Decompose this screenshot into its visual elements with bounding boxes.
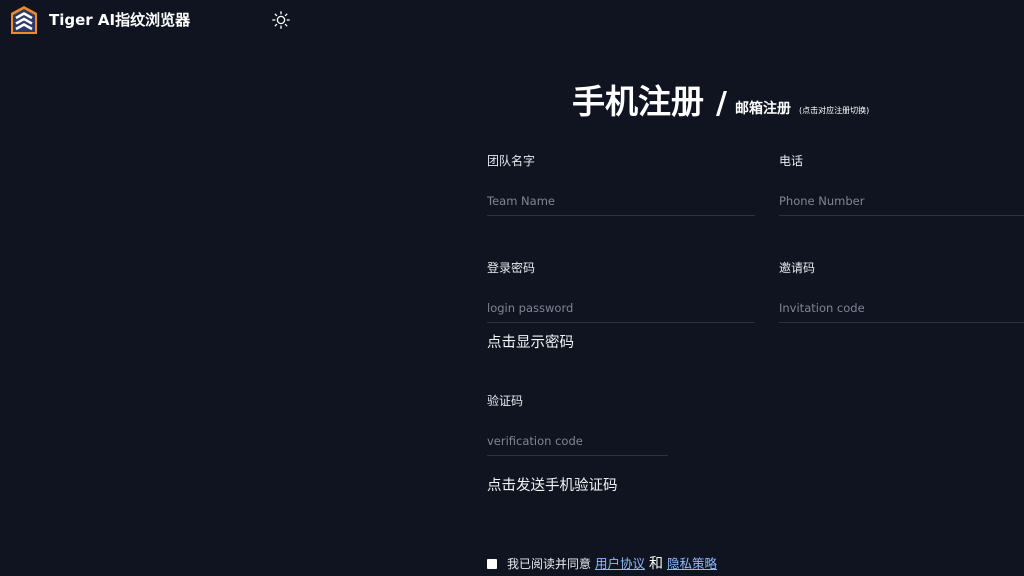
verification-code-input[interactable] <box>487 427 668 456</box>
password-label: 登录密码 <box>487 261 536 275</box>
agreement-prefix: 我已阅读并同意 <box>507 557 592 571</box>
verification-code-label: 验证码 <box>487 394 524 408</box>
password-input[interactable] <box>487 294 755 323</box>
user-agreement-link[interactable]: 用户协议 <box>595 555 645 573</box>
tiger-logo-icon <box>11 6 37 34</box>
send-code-button[interactable]: 点击发送手机验证码 <box>487 477 618 495</box>
phone-field: 电话 <box>779 153 1024 216</box>
invitation-code-field: 邀请码 <box>779 260 1024 323</box>
show-password-button[interactable]: 点击显示密码 <box>487 334 574 352</box>
register-switch-hint: (点击对应注册切换) <box>798 106 870 115</box>
invitation-code-label: 邀请码 <box>779 261 816 275</box>
app-title: Tiger AI指纹浏览器 <box>49 11 191 29</box>
tab-separator: / <box>716 86 727 121</box>
sun-icon[interactable] <box>272 11 290 29</box>
privacy-policy-link[interactable]: 隐私策略 <box>667 555 717 573</box>
team-name-field: 团队名字 <box>487 153 755 216</box>
invitation-code-input[interactable] <box>779 294 1024 323</box>
verification-code-field: 验证码 <box>487 393 668 456</box>
register-mode-switch: 手机注册 / 邮箱注册 (点击对应注册切换) <box>572 82 869 122</box>
password-field: 登录密码 <box>487 260 755 323</box>
agreement-and: 和 <box>649 556 664 572</box>
phone-register-tab[interactable]: 手机注册 <box>572 82 704 121</box>
app-header: Tiger AI指纹浏览器 <box>0 0 1024 42</box>
phone-label: 电话 <box>779 154 804 168</box>
team-name-input[interactable] <box>487 187 755 216</box>
email-register-tab[interactable]: 邮箱注册 <box>735 101 791 117</box>
agreement-checkbox[interactable] <box>487 559 497 569</box>
team-name-label: 团队名字 <box>487 154 536 168</box>
agreement-row: 我已阅读并同意 用户协议 和 隐私策略 <box>487 555 721 573</box>
phone-input[interactable] <box>779 187 1024 216</box>
